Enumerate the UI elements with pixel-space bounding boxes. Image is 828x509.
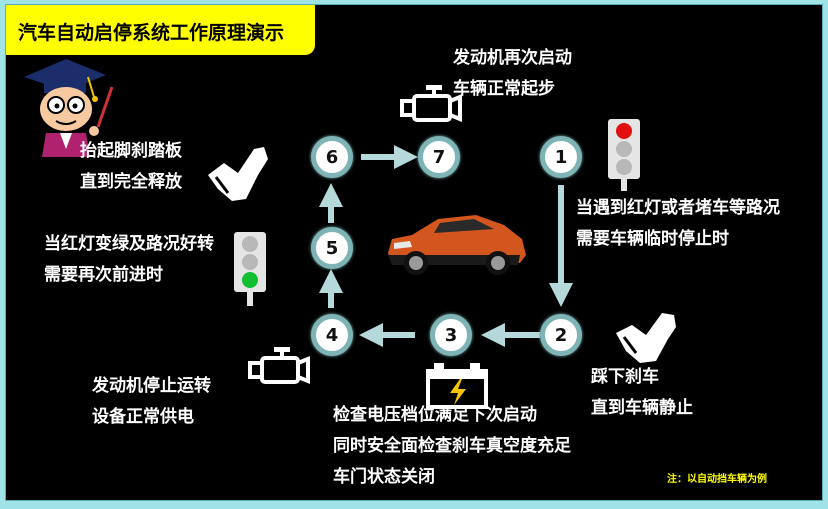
step-circle-4: 4 <box>311 314 353 356</box>
step-circle-1: 1 <box>540 136 582 178</box>
step-7-text: 发动机再次启动 车辆正常起步 <box>453 48 572 99</box>
step-circle-2: 2 <box>540 314 582 356</box>
step-4-text: 发动机停止运转 设备正常供电 <box>92 376 211 427</box>
step-3-text: 检查电压档位满足下次启动 同时安全面检查刹车真空度充足 车门状态关闭 <box>333 405 571 487</box>
step-circle-6: 6 <box>311 136 353 178</box>
footnote: 注：以自动挡车辆为例 <box>667 474 767 485</box>
step-1-text: 当遇到红灯或者堵车等路况 需要车辆临时停止时 <box>576 198 780 249</box>
traffic-light-red-icon <box>608 119 640 191</box>
car-image <box>388 215 526 275</box>
step-circle-5: 5 <box>311 227 353 269</box>
step-5-text: 当红灯变绿及路况好转 需要再次前进时 <box>44 234 214 285</box>
diagram-canvas: 汽车自动启停系统工作原理演示 6 7 1 5 4 3 2 发动机再次启动 车辆正… <box>5 4 823 501</box>
step-2-text: 踩下刹车 直到车辆静止 <box>591 367 693 418</box>
brake-pedal-icon <box>616 313 676 363</box>
step-circle-7: 7 <box>418 136 460 178</box>
traffic-light-green-icon <box>234 232 266 306</box>
step-circle-3: 3 <box>430 314 472 356</box>
step-6-text: 抬起脚刹踏板 直到完全释放 <box>80 141 182 192</box>
brake-pedal-icon <box>208 147 268 201</box>
engine-icon <box>248 347 310 384</box>
